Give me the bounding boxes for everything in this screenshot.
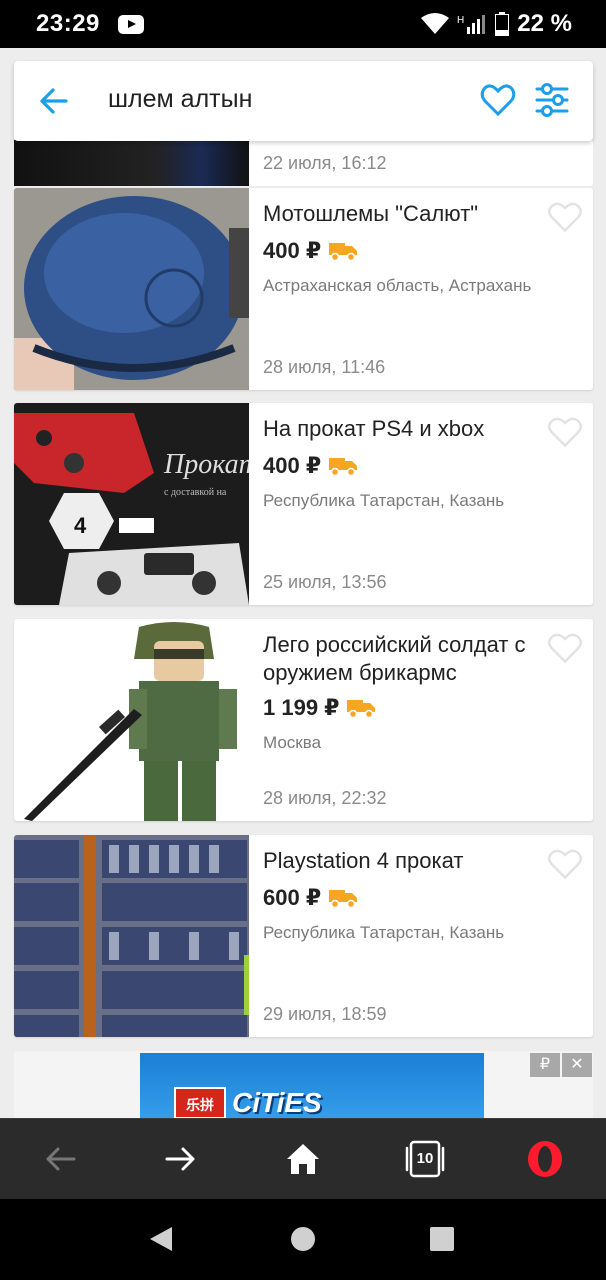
svg-text:H: H bbox=[457, 15, 464, 26]
status-bar: 23:29 H 22 % bbox=[0, 0, 606, 48]
home-circle-icon[interactable] bbox=[287, 1223, 319, 1255]
favorite-heart-icon[interactable] bbox=[547, 847, 583, 881]
system-nav-bar bbox=[0, 1199, 606, 1280]
listing-title: Мотошлемы "Салют" bbox=[263, 201, 479, 226]
listing-card[interactable]: Лего российский солдат с оружием брикарм… bbox=[14, 619, 593, 821]
delivery-truck-icon bbox=[329, 243, 358, 261]
status-time: 23:29 bbox=[36, 10, 100, 37]
listing-thumbnail bbox=[14, 835, 249, 1037]
browser-toolbar: 10 bbox=[0, 1118, 606, 1199]
recents-square-icon[interactable] bbox=[426, 1223, 458, 1255]
search-bar: шлем алтын bbox=[14, 61, 593, 141]
listing-price-row: 1 199 ₽ bbox=[263, 695, 376, 721]
tabs-count: 10 bbox=[416, 1150, 434, 1167]
listing-price: 1 199 ₽ bbox=[263, 695, 340, 720]
favorite-heart-icon[interactable] bbox=[547, 631, 583, 665]
delivery-truck-icon bbox=[329, 458, 358, 476]
battery-icon bbox=[495, 12, 510, 36]
filters-icon[interactable] bbox=[535, 83, 569, 117]
youtube-icon bbox=[117, 14, 144, 34]
listing-thumbnail bbox=[14, 140, 249, 186]
favorite-heart-icon[interactable] bbox=[547, 415, 583, 449]
wifi-icon bbox=[421, 13, 450, 34]
listing-date: 29 июля, 18:59 bbox=[263, 1004, 387, 1024]
listing-thumbnail bbox=[14, 188, 249, 390]
listing-price-row: 600 ₽ bbox=[263, 885, 358, 911]
listing-location: Астраханская область, Астрахань bbox=[263, 276, 532, 295]
svg-text:4: 4 bbox=[74, 513, 87, 538]
listing-location: Республика Татарстан, Казань bbox=[263, 923, 505, 942]
listing-card[interactable]: Playstation 4 прокат 600 ₽ Республика Та… bbox=[14, 835, 593, 1037]
listing-price-row: 400 ₽ bbox=[263, 453, 358, 479]
ad-brand-logo: 乐拼 bbox=[174, 1087, 226, 1118]
search-query[interactable]: шлем алтын bbox=[108, 85, 252, 114]
tabs-button[interactable]: 10 bbox=[404, 1139, 446, 1179]
listing-feed[interactable]: 22 июля, 16:12 Мотошлемы "Салют" 400 ₽ А… bbox=[0, 48, 606, 1118]
back-triangle-icon[interactable] bbox=[146, 1223, 178, 1255]
listing-price: 400 ₽ bbox=[263, 238, 322, 263]
listing-thumbnail: Прокат с доставкой на 4 bbox=[14, 403, 249, 605]
listing-location: Республика Татарстан, Казань bbox=[263, 491, 505, 510]
battery-percentage: 22 % bbox=[517, 10, 572, 37]
ad-close-button[interactable]: ✕ bbox=[562, 1053, 592, 1077]
svg-text:с доставкой на: с доставкой на bbox=[164, 487, 227, 498]
listing-title: Playstation 4 прокат bbox=[263, 848, 464, 873]
listing-date: 25 июля, 13:56 bbox=[263, 572, 387, 592]
listing-date: 22 июля, 16:12 bbox=[263, 153, 387, 173]
back-arrow-icon[interactable] bbox=[38, 85, 70, 117]
listing-date: 28 июля, 11:46 bbox=[263, 357, 386, 377]
ad-product-logo: CiTiES bbox=[232, 1087, 322, 1118]
listing-date: 28 июля, 22:32 bbox=[263, 788, 387, 808]
delivery-truck-icon bbox=[329, 890, 358, 908]
listing-price: 600 ₽ bbox=[263, 885, 322, 910]
favorites-heart-icon[interactable] bbox=[480, 83, 516, 117]
listing-price: 400 ₽ bbox=[263, 453, 322, 478]
listing-location: Москва bbox=[263, 733, 322, 752]
listing-thumbnail bbox=[14, 619, 249, 821]
favorite-heart-icon[interactable] bbox=[547, 200, 583, 234]
home-icon[interactable] bbox=[283, 1139, 323, 1179]
listing-card-partial[interactable]: 22 июля, 16:12 bbox=[14, 140, 593, 186]
listing-card[interactable]: Прокат с доставкой на 4 На прокат PS4 и … bbox=[14, 403, 593, 605]
delivery-truck-icon bbox=[347, 700, 376, 718]
ad-info-button[interactable]: ₽ bbox=[530, 1053, 560, 1077]
listing-title: На прокат PS4 и xbox bbox=[263, 416, 485, 441]
back-arrow-icon[interactable] bbox=[40, 1139, 80, 1179]
ad-banner[interactable]: 乐拼 CiTiES ₽ ✕ bbox=[14, 1051, 593, 1118]
svg-text:Прокат: Прокат bbox=[163, 449, 249, 480]
listing-card[interactable]: Мотошлемы "Салют" 400 ₽ Астраханская обл… bbox=[14, 188, 593, 390]
opera-icon[interactable] bbox=[525, 1139, 565, 1179]
listing-title: Лего российский солдат с оружием брикарм… bbox=[263, 632, 526, 685]
status-icons: H 22 % bbox=[421, 10, 572, 38]
signal-icon: H bbox=[457, 15, 486, 34]
listing-price-row: 400 ₽ bbox=[263, 238, 358, 264]
forward-arrow-icon[interactable] bbox=[161, 1139, 201, 1179]
